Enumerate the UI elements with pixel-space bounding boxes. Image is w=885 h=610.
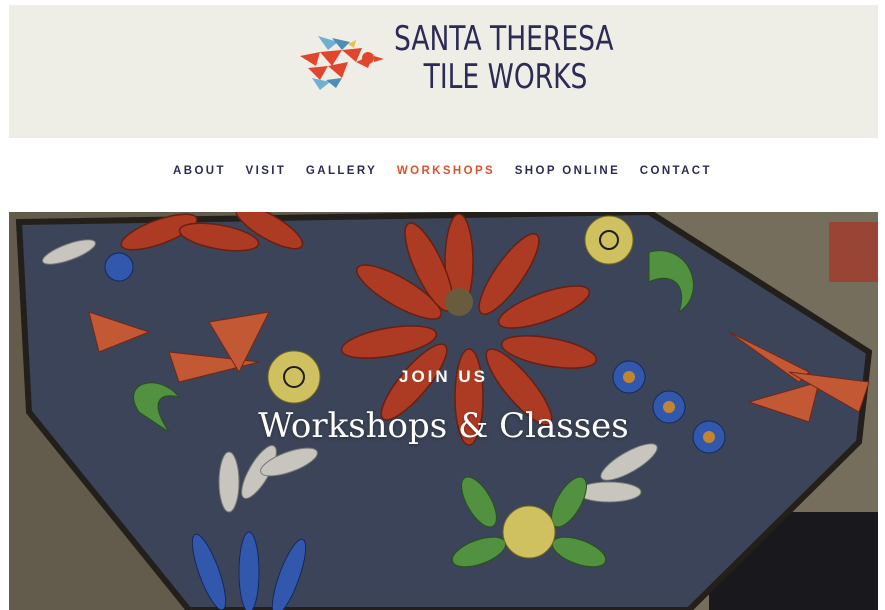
nav-contact[interactable]: CONTACT: [640, 165, 712, 177]
bird-icon: [300, 36, 384, 90]
nav-shop-online[interactable]: SHOP ONLINE: [515, 165, 620, 177]
hero-title: Workshops & Classes: [258, 406, 629, 446]
logo-line-1: SANTA THERESA: [394, 19, 614, 59]
hero-eyebrow: JOIN US: [398, 367, 489, 386]
logo-line-2: TILE WORKS: [423, 57, 588, 97]
main-navigation: ABOUT VISIT GALLERY WORKSHOPS SHOP ONLIN…: [0, 165, 885, 177]
nav-workshops[interactable]: WORKSHOPS: [397, 165, 495, 177]
hero-banner: JOIN US Workshops & Classes: [9, 212, 878, 610]
nav-about[interactable]: ABOUT: [173, 165, 226, 177]
site-header: SANTA THERESA TILE WORKS: [9, 5, 878, 138]
nav-visit[interactable]: VISIT: [246, 165, 287, 177]
logo-wordmark: SANTA THERESA TILE WORKS: [394, 20, 614, 96]
nav-gallery[interactable]: GALLERY: [306, 165, 377, 177]
site-logo[interactable]: SANTA THERESA TILE WORKS: [298, 20, 618, 105]
